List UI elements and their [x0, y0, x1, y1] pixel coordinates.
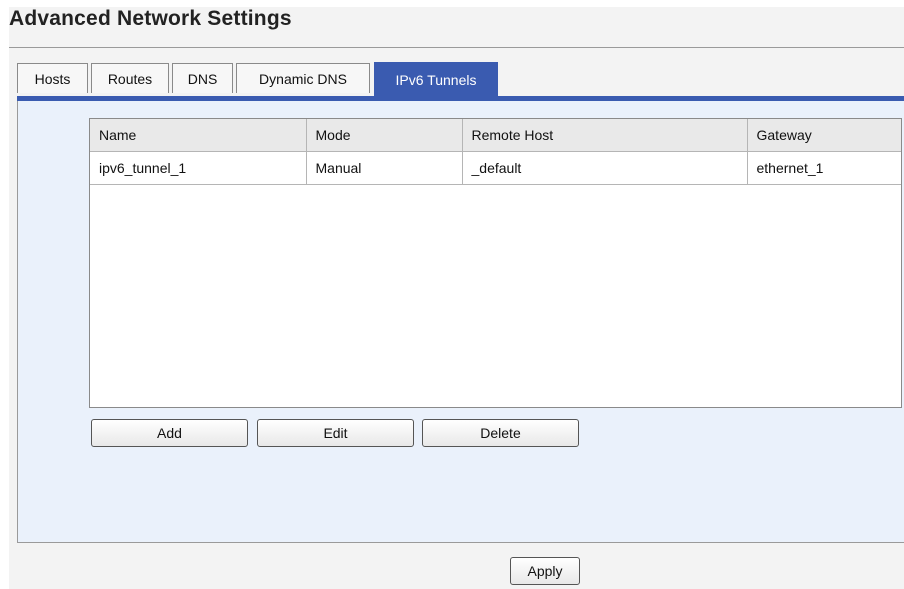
apply-button[interactable]: Apply	[510, 557, 580, 585]
table-row[interactable]: ipv6_tunnel_1 Manual _default ethernet_1	[90, 151, 901, 185]
delete-button[interactable]: Delete	[422, 419, 579, 447]
add-button[interactable]: Add	[91, 419, 248, 447]
tab-hosts[interactable]: Hosts	[17, 63, 88, 93]
tab-dynamic-dns[interactable]: Dynamic DNS	[236, 63, 370, 93]
tab-label: IPv6 Tunnels	[395, 71, 477, 88]
cell-gateway: ethernet_1	[747, 151, 901, 185]
tab-dns[interactable]: DNS	[172, 63, 233, 93]
tab-routes[interactable]: Routes	[91, 63, 169, 93]
column-header-remote-host[interactable]: Remote Host	[462, 119, 748, 152]
page-title: Advanced Network Settings	[9, 7, 292, 30]
column-header-mode[interactable]: Mode	[306, 119, 463, 152]
cell-mode: Manual	[306, 151, 463, 185]
title-divider	[9, 47, 904, 48]
column-header-name[interactable]: Name	[90, 119, 307, 152]
tab-ipv6-tunnels[interactable]: IPv6 Tunnels	[374, 62, 498, 96]
cell-name: ipv6_tunnel_1	[90, 151, 307, 185]
tab-label: Dynamic DNS	[259, 70, 347, 87]
tab-label: Hosts	[34, 70, 71, 87]
tab-label: Routes	[107, 70, 153, 87]
table-header-row: Name Mode Remote Host Gateway	[90, 119, 901, 152]
column-header-gateway[interactable]: Gateway	[747, 119, 901, 152]
tunnels-table: Name Mode Remote Host Gateway ipv6_tunne…	[89, 118, 902, 408]
tab-label: DNS	[187, 70, 218, 87]
cell-remote-host: _default	[462, 151, 748, 185]
edit-button[interactable]: Edit	[257, 419, 414, 447]
